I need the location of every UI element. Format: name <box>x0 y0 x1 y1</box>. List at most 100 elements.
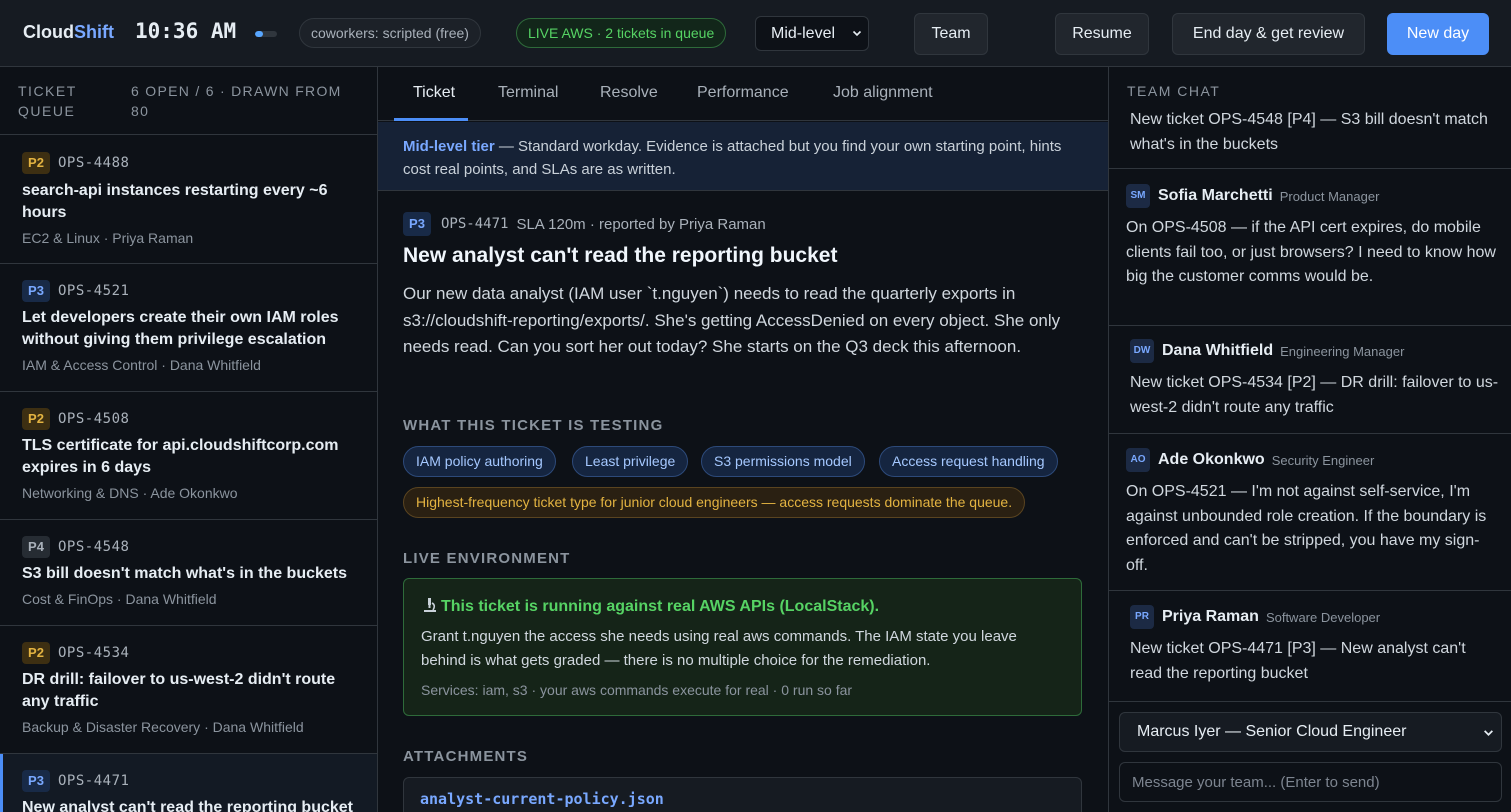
chat-message-text: On OPS-4521 — I'm not against self-servi… <box>1126 483 1487 574</box>
chat-message: SM Sofia Marchetti Product Manager On OPS-… <box>1109 169 1511 326</box>
chevron-down-icon <box>1484 730 1493 736</box>
tab-ticket[interactable]: Ticket <box>413 84 455 102</box>
skill-chip: Access request handling <box>879 446 1058 477</box>
live-env-footer: Services: iam, s3 · your aws commands ex… <box>421 682 853 698</box>
avatar: DW <box>1130 339 1154 363</box>
ticket-title: New analyst can't read the reporting buc… <box>403 244 838 267</box>
ticket-panel: Ticket Terminal Resolve Performance Job … <box>378 67 1108 812</box>
attachments-heading: ATTACHMENTS <box>403 748 529 765</box>
skill-chip: Least privilege <box>572 446 689 477</box>
ticket-sla: SLA 120m · reported by Priya Raman <box>516 215 766 233</box>
sender-role: Software Developer <box>1265 609 1381 625</box>
testing-heading: WHAT THIS TICKET IS TESTING <box>403 417 664 434</box>
ticket-id: OPS-4521 <box>58 283 130 299</box>
ticket-title: New analyst can't read the reporting buc… <box>22 799 353 812</box>
tab-resolve[interactable]: Resolve <box>600 84 658 102</box>
live-aws-badge: LIVE AWS · 2 tickets in queue <box>516 18 727 48</box>
team-chat-heading: TEAM CHAT <box>1127 83 1221 99</box>
sender-name: Dana Whitfield <box>1162 342 1274 359</box>
active-tab-indicator <box>394 118 468 121</box>
priority-badge: P3 <box>403 212 431 236</box>
tier-banner-text: Mid-level tier — Standard workday. Evide… <box>403 138 1062 178</box>
loading-indicator-icon <box>255 31 277 37</box>
tier-select[interactable]: Mid-level <box>755 16 869 51</box>
queue-item-ops-4534[interactable]: P2 OPS-4534 DR drill: failover to us-west… <box>0 626 377 754</box>
resume-button[interactable]: Resume <box>1055 13 1149 55</box>
sender-name: Priya Raman <box>1162 608 1259 625</box>
attachment-card[interactable]: analyst-current-policy.json <box>403 777 1082 812</box>
ticket-meta: IAM & Access Control · Dana Whitfield <box>22 357 261 373</box>
attachment-name[interactable]: analyst-current-policy.json <box>420 790 664 808</box>
ticket-id: OPS-4488 <box>58 155 130 171</box>
sender-select[interactable]: Marcus Iyer — Senior Cloud Engineer <box>1119 712 1502 752</box>
priority-badge: P2 <box>22 642 50 664</box>
ticket-meta: Cost & FinOps · Dana Whitfield <box>22 591 217 607</box>
chat-message-text: New ticket OPS-4548 [P4] — S3 bill doesn… <box>1130 111 1488 153</box>
sender-role: Security Engineer <box>1271 452 1375 468</box>
tab-terminal[interactable]: Terminal <box>498 84 558 102</box>
queue-item-ops-4508[interactable]: P2 OPS-4508 TLS certificate for api.cloud… <box>0 392 377 520</box>
tier-select-value: Mid-level <box>771 25 836 42</box>
team-chat: TEAM CHAT New ticket OPS-4548 [P4] — S3 … <box>1108 67 1511 812</box>
ticket-id: OPS-4471 <box>441 216 509 232</box>
queue-header: TICKET QUEUE 6 OPEN / 6 · DRAWN FROM 80 <box>0 67 377 135</box>
chat-composer: Marcus Iyer — Senior Cloud Engineer <box>1109 701 1511 812</box>
sender-select-value: Marcus Iyer — Senior Cloud Engineer <box>1137 723 1407 740</box>
ticket-id: OPS-4548 <box>58 539 130 555</box>
ticket-title: DR drill: failover to us-west-2 didn't r… <box>22 671 336 710</box>
ticket-id: OPS-4508 <box>58 411 130 427</box>
queue-item-ops-4471[interactable]: P3 OPS-4471 New analyst can't read the re… <box>0 754 377 812</box>
end-day-button[interactable]: End day & get review <box>1172 13 1365 55</box>
sender-name: Ade Okonkwo <box>1158 451 1265 468</box>
team-button[interactable]: Team <box>914 13 988 55</box>
sender-name: Sofia Marchetti <box>1158 187 1273 204</box>
message-input[interactable] <box>1119 762 1502 802</box>
live-env-body: Grant t.nguyen the access she needs usin… <box>421 628 1017 669</box>
chevron-down-icon <box>852 30 862 37</box>
ticket-id: OPS-4471 <box>58 773 130 789</box>
ticket-title: Let developers create their own IAM role… <box>22 309 339 348</box>
ticket-meta: Backup & Disaster Recovery · Dana Whitfi… <box>22 719 304 735</box>
tab-bar: Ticket Terminal Resolve Performance Job … <box>378 67 1108 121</box>
queue-counts: 6 OPEN / 6 · DRAWN FROM 80 <box>131 83 342 119</box>
priority-badge: P2 <box>22 152 50 174</box>
chat-message: New ticket OPS-4548 [P4] — S3 bill doesn… <box>1109 107 1511 169</box>
clock: 10:36 AM <box>135 19 237 43</box>
queue-item-ops-4548[interactable]: P4 OPS-4548 S3 bill doesn't match what's … <box>0 520 377 626</box>
tier-banner: Mid-level tier — Standard workday. Evide… <box>378 122 1108 191</box>
chat-message: AO Ade Okonkwo Security Engineer On OPS-45… <box>1109 434 1511 591</box>
tab-job-alignment[interactable]: Job alignment <box>833 84 933 102</box>
queue-item-ops-4521[interactable]: P3 OPS-4521 Let developers create their o… <box>0 264 377 392</box>
chat-message-text: New ticket OPS-4471 [P3] — New analyst c… <box>1130 640 1466 682</box>
live-environment-card: This ticket is running against real AWS … <box>403 578 1082 716</box>
chat-message: DW Dana Whitfield Engineering Manager New … <box>1109 326 1511 434</box>
skill-chip: S3 permissions model <box>701 446 865 477</box>
microscope-icon <box>424 598 436 612</box>
chat-message-text: New ticket OPS-4534 [P2] — DR drill: fai… <box>1130 374 1499 416</box>
sender-role: Product Manager <box>1279 188 1380 204</box>
queue-item-ops-4488[interactable]: P2 OPS-4488 search-api instances restarti… <box>0 136 377 264</box>
tab-performance[interactable]: Performance <box>697 84 789 102</box>
frequency-note: Highest-frequency ticket type for junior… <box>403 487 1026 518</box>
chat-message-text: On OPS-4508 — if the API cert expires, d… <box>1126 219 1496 285</box>
live-env-heading: LIVE ENVIRONMENT <box>403 550 571 567</box>
live-env-title: This ticket is running against real AWS … <box>421 596 879 616</box>
avatar: AO <box>1126 448 1150 472</box>
ticket-meta: Networking & DNS · Ade Okonkwo <box>22 485 238 501</box>
queue-label: TICKET QUEUE <box>18 83 77 119</box>
brand-logo: CloudShift <box>23 22 114 42</box>
ticket-id: OPS-4534 <box>58 645 130 661</box>
avatar: SM <box>1126 184 1150 208</box>
chat-message: PR Priya Raman Software Developer New tick… <box>1109 591 1511 701</box>
priority-badge: P4 <box>22 536 50 558</box>
new-day-button[interactable]: New day <box>1387 13 1489 55</box>
ticket-title: TLS certificate for api.cloudshiftcorp.c… <box>22 437 339 476</box>
skill-chip: IAM policy authoring <box>403 446 556 477</box>
ticket-title: S3 bill doesn't match what's in the buck… <box>22 565 348 582</box>
coworkers-mode-badge[interactable]: coworkers: scripted (free) <box>299 18 481 48</box>
priority-badge: P2 <box>22 408 50 430</box>
sender-role: Engineering Manager <box>1280 343 1405 359</box>
priority-badge: P3 <box>22 770 50 792</box>
ticket-queue: TICKET QUEUE 6 OPEN / 6 · DRAWN FROM 80 … <box>0 67 378 812</box>
ticket-header: P3 OPS-4471 SLA 120m · reported by Priya R… <box>403 212 766 236</box>
